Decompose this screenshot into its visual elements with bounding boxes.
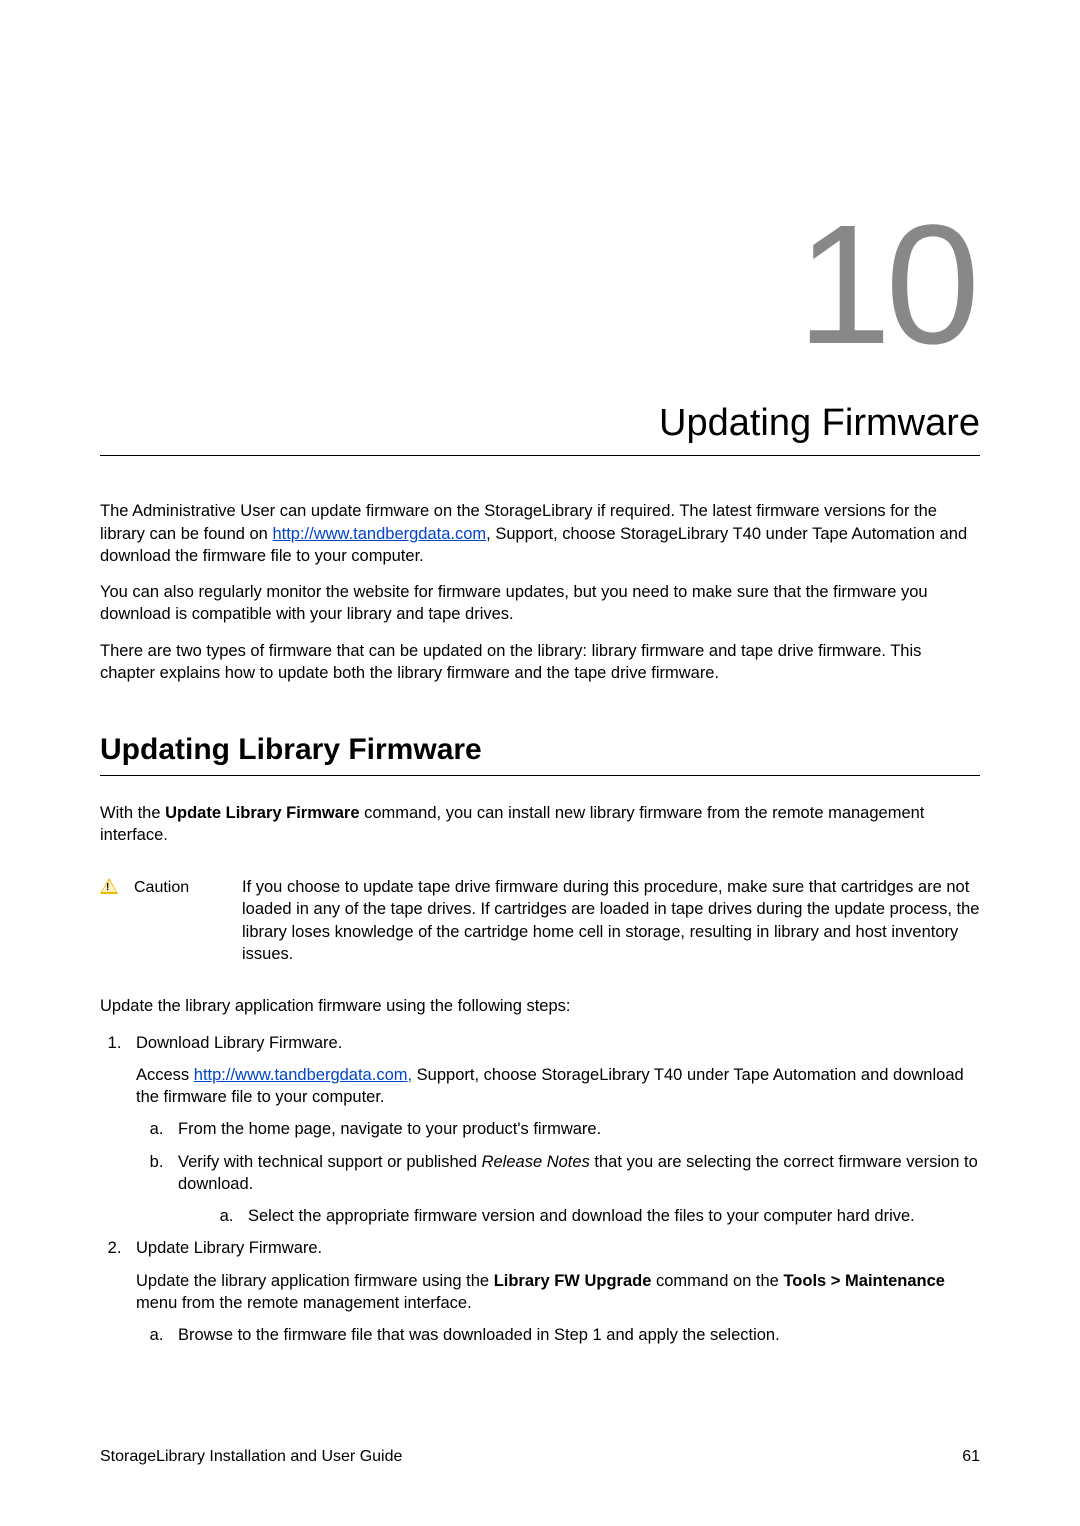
steps-list: Download Library Firmware. Access http:/… (100, 1032, 980, 1347)
caution-block: Caution If you choose to update tape dri… (100, 876, 980, 965)
text-segment: command on the (651, 1272, 783, 1290)
intro-paragraph-3: There are two types of firmware that can… (100, 640, 980, 685)
step-2-paragraph: Update the library application firmware … (136, 1270, 980, 1315)
caution-icon (100, 878, 118, 894)
text-segment: Access (136, 1066, 194, 1084)
command-name: Update Library Firmware (165, 804, 359, 822)
text-segment: With the (100, 804, 165, 822)
step-1a: From the home page, navigate to your pro… (168, 1118, 980, 1140)
tandberg-link[interactable]: http://www.tandbergdata.com, (194, 1066, 412, 1084)
step-1-title: Download Library Firmware. (136, 1032, 980, 1054)
step-1b-inner: Select the appropriate firmware version … (178, 1205, 980, 1227)
step-1-access: Access http://www.tandbergdata.com, Supp… (136, 1064, 980, 1109)
chapter-number: 10 (100, 200, 974, 370)
text-segment: menu from the remote management interfac… (136, 1294, 472, 1312)
step-2-substeps: Browse to the firmware file that was dow… (136, 1324, 980, 1346)
step-2: Update Library Firmware. Update the libr… (126, 1237, 980, 1346)
text-segment: Verify with technical support or publish… (178, 1153, 482, 1171)
intro-paragraph-2: You can also regularly monitor the websi… (100, 581, 980, 626)
caution-text: If you choose to update tape drive firmw… (242, 876, 980, 965)
steps-intro: Update the library application firmware … (100, 995, 980, 1017)
step-1b-a: Select the appropriate firmware version … (238, 1205, 980, 1227)
section-title: Updating Library Firmware (100, 730, 980, 776)
page-number: 61 (962, 1446, 980, 1468)
chapter-title: Updating Firmware (100, 398, 980, 456)
step-2-title: Update Library Firmware. (136, 1237, 980, 1259)
step-1-substeps: From the home page, navigate to your pro… (136, 1118, 980, 1227)
footer-title: StorageLibrary Installation and User Gui… (100, 1446, 402, 1468)
menu-path: Tools > Maintenance (783, 1272, 945, 1290)
page-footer: StorageLibrary Installation and User Gui… (100, 1446, 980, 1468)
step-2a: Browse to the firmware file that was dow… (168, 1324, 980, 1346)
release-notes: Release Notes (482, 1153, 590, 1171)
tandberg-link[interactable]: http://www.tandbergdata.com (272, 525, 486, 543)
command-name: Library FW Upgrade (494, 1272, 652, 1290)
step-1b: Verify with technical support or publish… (168, 1151, 980, 1228)
caution-label: Caution (134, 876, 226, 899)
text-segment: Update the library application firmware … (136, 1272, 494, 1290)
intro-paragraph-1: The Administrative User can update firmw… (100, 500, 980, 567)
step-1: Download Library Firmware. Access http:/… (126, 1032, 980, 1228)
section-paragraph: With the Update Library Firmware command… (100, 802, 980, 847)
